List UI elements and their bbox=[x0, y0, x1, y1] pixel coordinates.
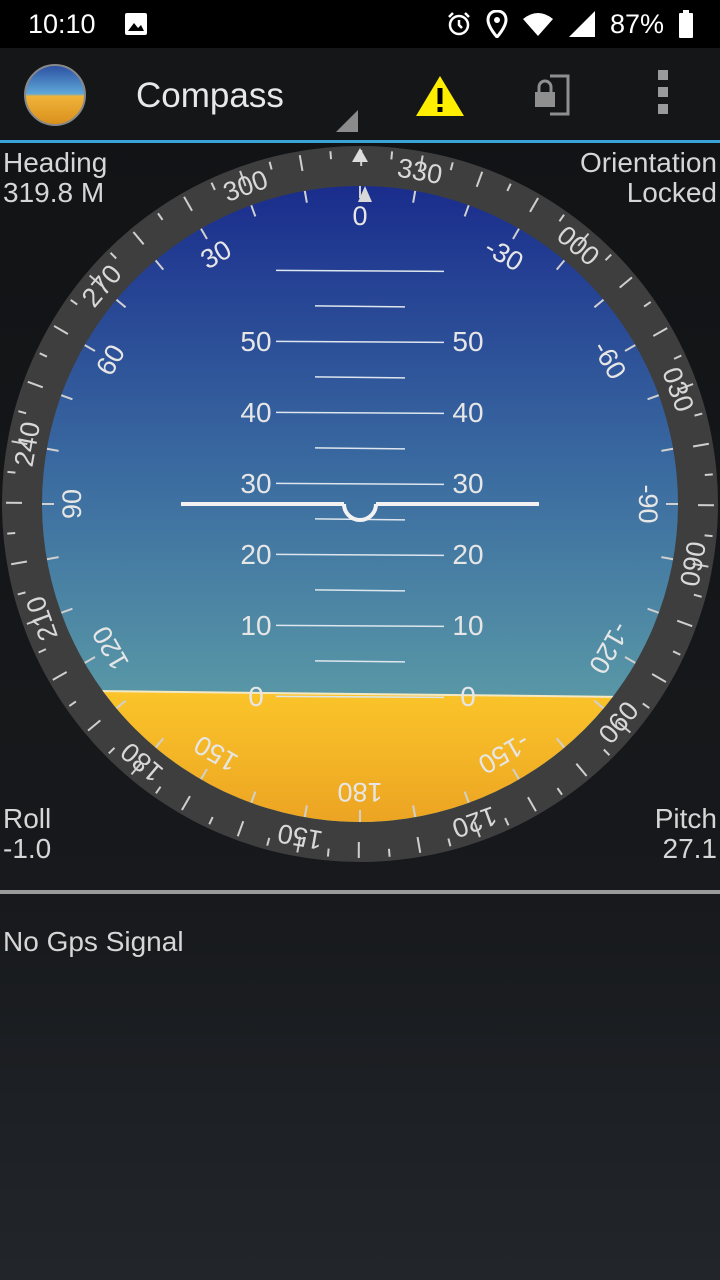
roll-scale-label: -90 bbox=[633, 484, 663, 523]
pitch-ladder-line bbox=[275, 553, 445, 557]
section-divider bbox=[0, 890, 720, 894]
pitch-ladder-line bbox=[314, 376, 406, 379]
pitch-label: Pitch bbox=[654, 803, 717, 834]
bezel-tick bbox=[387, 848, 391, 857]
roll-value: -1.0 bbox=[3, 833, 52, 864]
pitch-ladder-label: 20 bbox=[240, 539, 271, 570]
gps-status: No Gps Signal bbox=[3, 926, 184, 957]
roll-label: Roll bbox=[3, 803, 52, 834]
app-title[interactable]: Compass bbox=[136, 76, 284, 116]
pitch-ladder-line bbox=[275, 482, 445, 486]
pitch-ladder-line bbox=[314, 447, 406, 450]
pitch-ladder-label: 0 bbox=[248, 681, 264, 712]
pitch-ladder-label: 10 bbox=[240, 610, 271, 641]
pitch-ladder-label: 30 bbox=[240, 468, 271, 499]
location-icon bbox=[486, 10, 508, 38]
pitch-ladder-line bbox=[314, 660, 406, 663]
pitch-value: 27.1 bbox=[662, 833, 718, 864]
pitch-ladder-label: 50 bbox=[452, 326, 483, 357]
dropdown-indicator-icon[interactable] bbox=[336, 110, 358, 132]
bezel-tick bbox=[704, 534, 713, 538]
pitch-ladder-label: 30 bbox=[452, 468, 483, 499]
wifi-icon bbox=[522, 13, 553, 36]
pitch-ladder-line bbox=[314, 589, 406, 592]
bezel-tick bbox=[326, 848, 330, 857]
overflow-menu-button[interactable] bbox=[650, 70, 676, 122]
app-bar: Compass bbox=[0, 48, 720, 143]
pitch-ladder-label: 40 bbox=[452, 397, 483, 428]
pitch-ladder-label: 10 bbox=[452, 610, 483, 641]
bezel-tick bbox=[704, 473, 713, 477]
pitch-ladder-label: 50 bbox=[240, 326, 271, 357]
roll-scale-label: 0 bbox=[352, 201, 367, 231]
status-time: 10:10 bbox=[28, 9, 96, 39]
pitch-ladder-line bbox=[275, 269, 445, 273]
roll-readout: Roll -1.0 bbox=[3, 804, 51, 864]
battery-percent: 87% bbox=[609, 8, 664, 39]
pitch-ladder-line bbox=[275, 695, 445, 699]
pitch-ladder-line bbox=[314, 305, 406, 308]
roll-scale-label: 180 bbox=[337, 777, 382, 807]
screen-lock-icon[interactable] bbox=[530, 72, 574, 118]
app-logo[interactable] bbox=[24, 64, 86, 126]
attitude-compass-dial: 330000030060090120150180210240270300 50 5… bbox=[2, 146, 718, 862]
bezel-tick bbox=[7, 470, 16, 474]
battery-icon bbox=[679, 10, 693, 38]
pitch-readout: Pitch 27.1 bbox=[655, 804, 717, 864]
bezel-tick bbox=[390, 151, 394, 160]
pitch-ladder-label: 0 bbox=[460, 681, 476, 712]
bezel-tick bbox=[329, 151, 333, 160]
pitch-ladder-line bbox=[275, 411, 445, 415]
pitch-ladder-line bbox=[275, 624, 445, 628]
pitch-ladder-line bbox=[275, 340, 445, 344]
status-bar: 10:10 87% bbox=[0, 0, 720, 48]
cell-signal-icon bbox=[568, 11, 595, 37]
pitch-ladder-label: 40 bbox=[240, 397, 271, 428]
bezel-tick bbox=[7, 531, 16, 535]
warning-icon[interactable] bbox=[414, 74, 466, 118]
image-notification-icon bbox=[125, 13, 147, 35]
pitch-ladder-label: 20 bbox=[452, 539, 483, 570]
roll-scale-label: 90 bbox=[57, 489, 87, 519]
alarm-icon bbox=[448, 12, 470, 36]
